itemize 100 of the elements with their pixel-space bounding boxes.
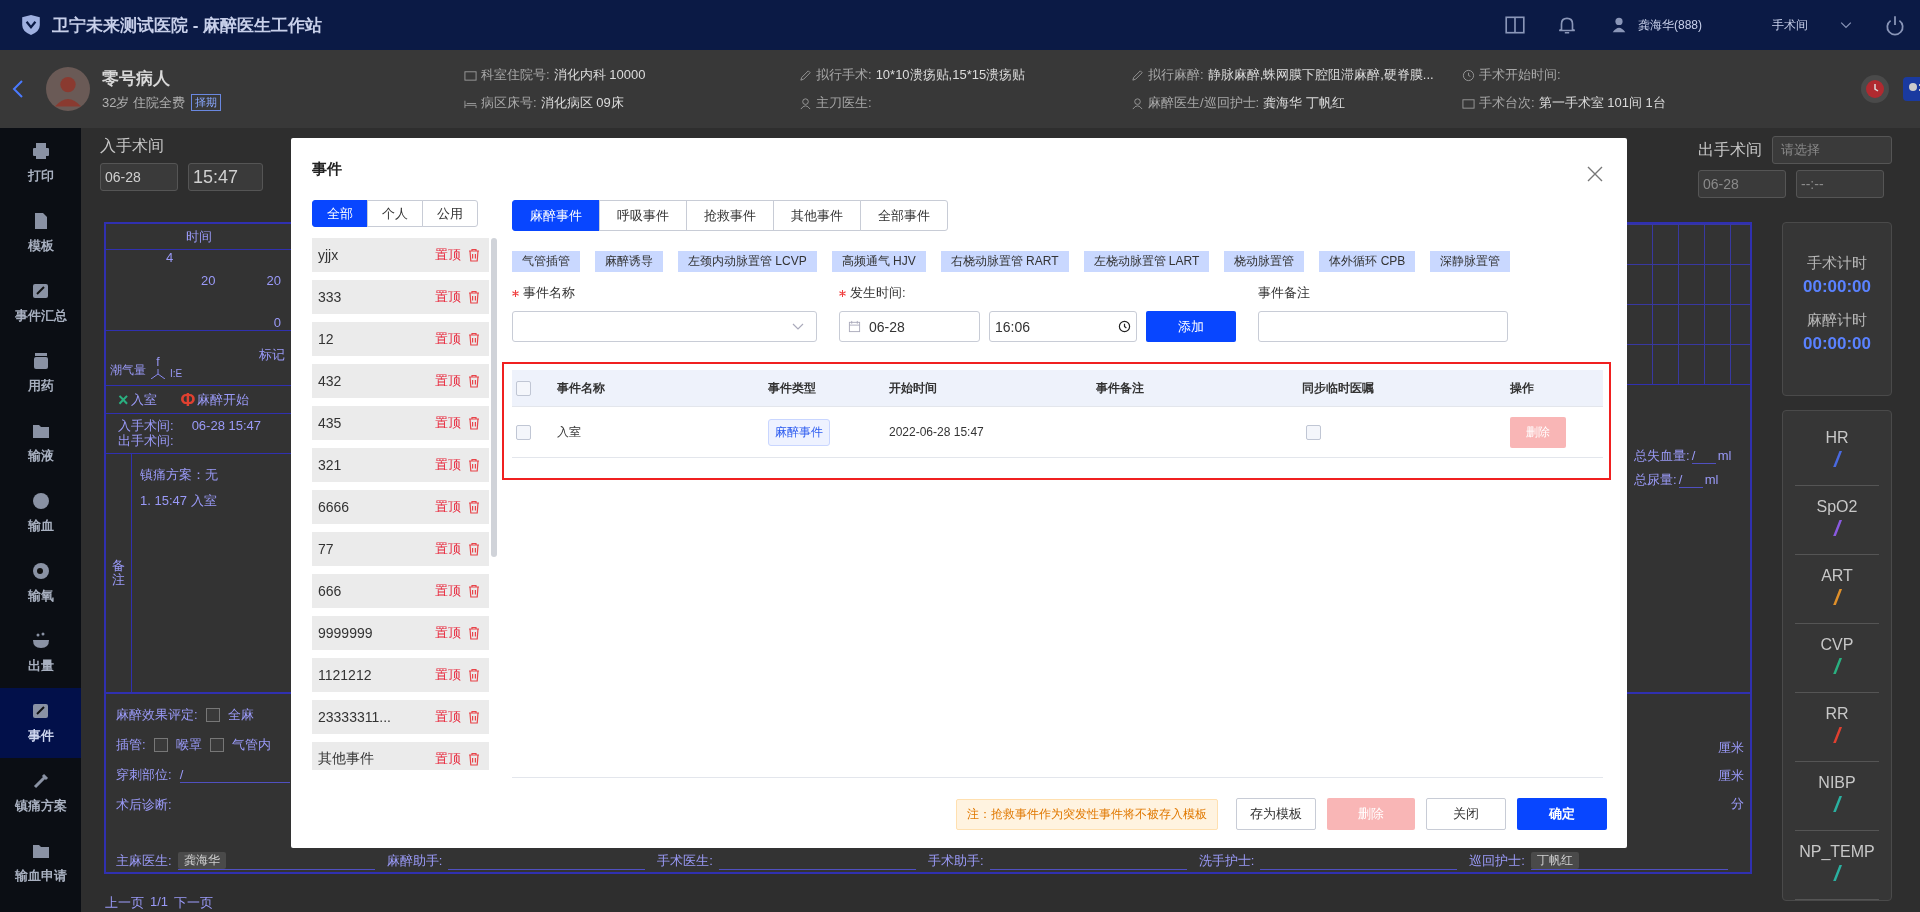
- sidebar-item[interactable]: 出量: [0, 618, 81, 688]
- field-label: 手术医生:: [657, 851, 713, 870]
- trash-icon[interactable]: [467, 584, 481, 598]
- room-selector[interactable]: 手术间: [1772, 16, 1808, 34]
- field-value: 第一手术室 101间 1台: [1538, 94, 1666, 112]
- template-item[interactable]: 666 置顶: [312, 574, 489, 608]
- sidebar-item[interactable]: 输液: [0, 408, 81, 478]
- template-item[interactable]: 1121212 置顶: [312, 658, 489, 692]
- sidebar-item[interactable]: 用药: [0, 338, 81, 408]
- trash-icon[interactable]: [467, 710, 481, 724]
- trash-icon[interactable]: [467, 248, 481, 262]
- checkbox[interactable]: [209, 738, 224, 752]
- dialog-button[interactable]: 关闭: [1426, 798, 1506, 830]
- trash-icon[interactable]: [467, 290, 481, 304]
- event-type-tab[interactable]: 呼吸事件: [599, 200, 687, 231]
- quick-event-tag[interactable]: 高频通气 HJV: [831, 251, 926, 272]
- event-type-tab[interactable]: 抢救事件: [686, 200, 774, 231]
- template-item[interactable]: 432 置顶: [312, 364, 489, 398]
- template-item[interactable]: 23333311... 置顶: [312, 700, 489, 734]
- template-item[interactable]: 9999999 置顶: [312, 616, 489, 650]
- trash-icon[interactable]: [467, 668, 481, 682]
- confirm-button[interactable]: 确定: [1517, 798, 1607, 830]
- alarm-clock-icon[interactable]: [1860, 74, 1890, 104]
- date-field[interactable]: 06-28: [839, 311, 980, 342]
- template-item[interactable]: 435 置顶: [312, 406, 489, 440]
- template-item[interactable]: 333 置顶: [312, 280, 489, 314]
- pin-to-top-link[interactable]: 置顶: [435, 456, 461, 474]
- checkbox[interactable]: [205, 708, 220, 722]
- template-item[interactable]: 其他事件 置顶: [312, 742, 489, 770]
- time-field[interactable]: 16:06: [989, 311, 1137, 342]
- template-item[interactable]: 321 置顶: [312, 448, 489, 482]
- trash-icon[interactable]: [467, 752, 481, 766]
- input-field[interactable]: 龚海华: [177, 851, 375, 870]
- pin-to-top-link[interactable]: 置顶: [435, 246, 461, 264]
- sidebar-item[interactable]: 输血申请: [0, 828, 81, 898]
- trash-icon[interactable]: [467, 626, 481, 640]
- time-field[interactable]: --:--: [1796, 170, 1884, 198]
- pin-to-top-link[interactable]: 置顶: [435, 624, 461, 642]
- quick-event-tag[interactable]: 麻醉诱导: [595, 251, 663, 272]
- scrollbar[interactable]: [491, 238, 497, 557]
- quick-event-tag[interactable]: 深静脉置管: [1430, 251, 1511, 272]
- add-button[interactable]: 添加: [1146, 311, 1236, 342]
- template-item[interactable]: 6666 置顶: [312, 490, 489, 524]
- power-icon[interactable]: [1884, 14, 1906, 36]
- remark-field[interactable]: [1258, 311, 1508, 342]
- date-field[interactable]: 06-28: [1698, 170, 1786, 198]
- input-field[interactable]: /: [179, 767, 290, 783]
- pin-to-top-link[interactable]: 置顶: [435, 330, 461, 348]
- book-icon[interactable]: [1504, 14, 1526, 36]
- pen-icon: [799, 68, 812, 82]
- input-field[interactable]: 丁帆红: [1530, 851, 1728, 870]
- sidebar-item[interactable]: 镇痛方案: [0, 758, 81, 828]
- sidebar-item[interactable]: 输氧: [0, 548, 81, 618]
- quick-event-tag[interactable]: 体外循环 CPB: [1319, 251, 1416, 272]
- pin-to-top-link[interactable]: 置顶: [435, 288, 461, 306]
- previous-page-link[interactable]: 上一页: [105, 894, 144, 912]
- scope-tab[interactable]: 公用: [422, 200, 478, 227]
- trash-icon[interactable]: [467, 332, 481, 346]
- trash-icon[interactable]: [467, 500, 481, 514]
- next-page-link[interactable]: 下一页: [174, 894, 214, 912]
- quick-event-tag[interactable]: 左颈内动脉置管 LCVP: [678, 251, 817, 272]
- sidebar-item[interactable]: 输血: [0, 478, 81, 548]
- sidebar-item[interactable]: 模板: [0, 198, 81, 268]
- user-name[interactable]: 龚海华(888): [1638, 16, 1702, 34]
- dialog-button[interactable]: 存为模板: [1236, 798, 1316, 830]
- pin-to-top-link[interactable]: 置顶: [435, 708, 461, 726]
- event-type-tab[interactable]: 其他事件: [773, 200, 861, 231]
- trash-icon[interactable]: [467, 374, 481, 388]
- close-icon[interactable]: [1587, 166, 1603, 182]
- sidebar-item[interactable]: 事件汇总: [0, 268, 81, 338]
- quick-event-tag[interactable]: 左桡动脉置管 LART: [1083, 251, 1210, 272]
- template-item[interactable]: yjjx 置顶: [312, 238, 489, 272]
- date-field[interactable]: 06-28: [100, 163, 178, 191]
- trash-icon[interactable]: [467, 458, 481, 472]
- pin-to-top-link[interactable]: 置顶: [435, 498, 461, 516]
- template-item[interactable]: 12 置顶: [312, 322, 489, 356]
- scope-tab[interactable]: 全部: [312, 200, 368, 227]
- quick-event-tag[interactable]: 气管插管: [512, 251, 580, 272]
- back-icon[interactable]: [12, 79, 24, 99]
- template-item[interactable]: 77 置顶: [312, 532, 489, 566]
- sidebar-item[interactable]: 事件: [0, 688, 81, 758]
- checkbox-label: 全麻: [227, 706, 254, 724]
- event-type-tab[interactable]: 全部事件: [860, 200, 948, 231]
- pin-to-top-link[interactable]: 置顶: [435, 666, 461, 684]
- time-field[interactable]: 15:47: [188, 163, 263, 191]
- field-label: 拟行麻醉:: [1148, 66, 1204, 84]
- trash-icon[interactable]: [467, 416, 481, 430]
- checkbox[interactable]: [153, 738, 168, 752]
- event-type-tab[interactable]: 麻醉事件: [512, 200, 600, 231]
- pin-to-top-link[interactable]: 置顶: [435, 372, 461, 390]
- trash-icon[interactable]: [467, 542, 481, 556]
- pin-to-top-link[interactable]: 置顶: [435, 750, 461, 768]
- pin-to-top-link[interactable]: 置顶: [435, 582, 461, 600]
- sidebar-item[interactable]: 打印: [0, 128, 81, 198]
- quick-event-tag[interactable]: 右桡动脉置管 RART: [940, 251, 1069, 272]
- quick-event-tag[interactable]: 桡动脉置管: [1224, 251, 1305, 272]
- scope-tab[interactable]: 个人: [367, 200, 423, 227]
- pin-to-top-link[interactable]: 置顶: [435, 540, 461, 558]
- select-all-checkbox[interactable]: [516, 380, 531, 396]
- pin-to-top-link[interactable]: 置顶: [435, 414, 461, 432]
